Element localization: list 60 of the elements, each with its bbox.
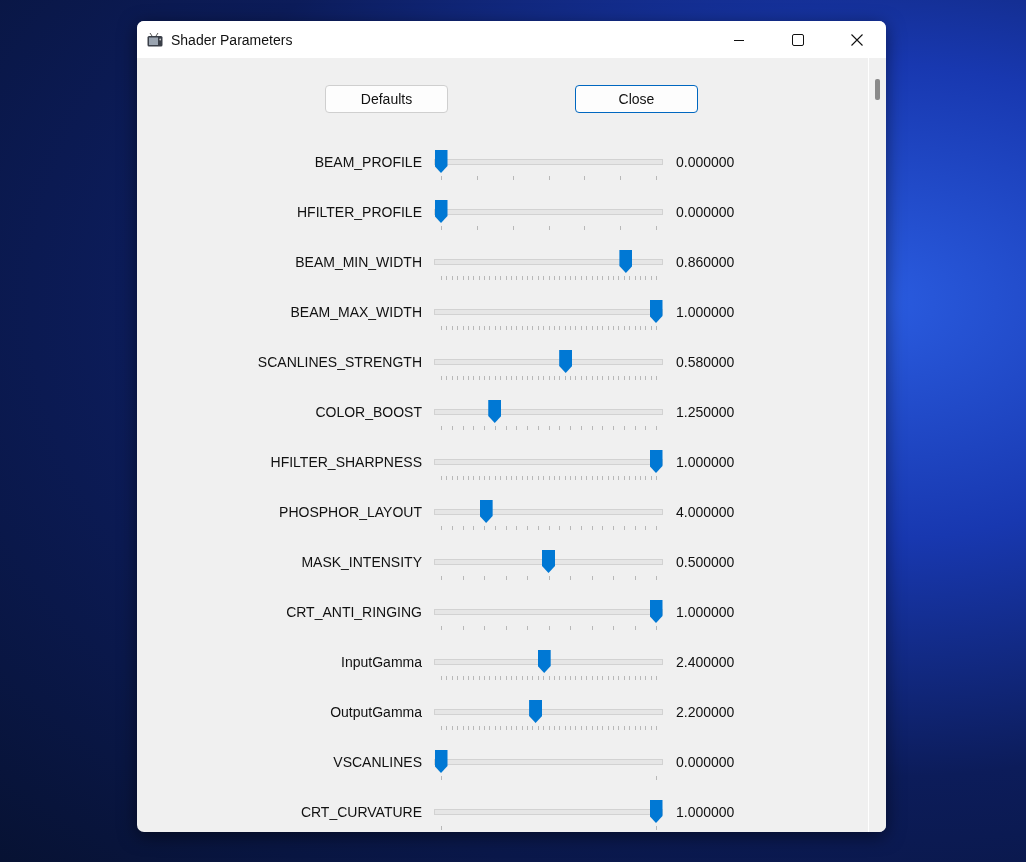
- value-readout: 0.500000: [676, 553, 735, 572]
- slider-track[interactable]: [434, 409, 663, 415]
- maximize-icon: [791, 33, 804, 46]
- parameter-label: SCANLINES_STRENGTH: [256, 353, 422, 372]
- parameter-label: OutputGamma: [329, 703, 422, 722]
- parameter-label: BEAM_PROFILE: [313, 153, 422, 172]
- slider-thumb[interactable]: [649, 800, 663, 823]
- value-readout: 1.000000: [676, 603, 735, 622]
- value-readout: 2.400000: [676, 653, 735, 672]
- slider-track[interactable]: [434, 159, 663, 165]
- slider-thumb[interactable]: [529, 700, 543, 723]
- slider-track[interactable]: [434, 759, 663, 765]
- parameter-label: BEAM_MIN_WIDTH: [294, 253, 422, 272]
- slider-thumb[interactable]: [649, 600, 663, 623]
- value-readout: 1.000000: [676, 453, 735, 472]
- slider-track[interactable]: [434, 509, 663, 515]
- parameter-label: BEAM_MAX_WIDTH: [289, 303, 422, 322]
- value-readout: 0.000000: [676, 203, 735, 222]
- slider-thumb[interactable]: [488, 400, 502, 423]
- slider-track[interactable]: [434, 709, 663, 715]
- parameter-label: InputGamma: [340, 653, 422, 672]
- scrollbar-thumb[interactable]: [875, 79, 880, 100]
- slider-thumb[interactable]: [619, 250, 633, 273]
- parameter-label: PHOSPHOR_LAYOUT: [278, 503, 422, 522]
- tv-icon: [147, 32, 163, 47]
- value-readout: 4.000000: [676, 503, 735, 522]
- slider-track[interactable]: [434, 359, 663, 365]
- scrollbar[interactable]: [868, 58, 886, 832]
- slider-track[interactable]: [434, 259, 663, 265]
- value-readout: 0.580000: [676, 353, 735, 372]
- value-readout: 0.000000: [676, 753, 735, 772]
- slider-thumb[interactable]: [649, 300, 663, 323]
- value-readout: 1.250000: [676, 403, 735, 422]
- slider-thumb[interactable]: [537, 650, 551, 673]
- slider-thumb[interactable]: [434, 750, 448, 773]
- close-icon: [850, 33, 863, 46]
- window-title: Shader Parameters: [171, 31, 293, 48]
- value-readout: 1.000000: [676, 303, 735, 322]
- push-button[interactable]: Defaults: [325, 85, 448, 113]
- slider-track[interactable]: [434, 559, 663, 565]
- slider-thumb[interactable]: [649, 450, 663, 473]
- slider-track[interactable]: [434, 659, 663, 665]
- slider-thumb[interactable]: [559, 350, 573, 373]
- slider-thumb[interactable]: [434, 150, 448, 173]
- slider-thumb[interactable]: [434, 200, 448, 223]
- value-readout: 2.200000: [676, 703, 735, 722]
- parameter-label: VSCANLINES: [332, 753, 422, 772]
- parameter-label: COLOR_BOOST: [314, 403, 422, 422]
- value-readout: 1.000000: [676, 803, 735, 822]
- parameter-label: CRT_ANTI_RINGING: [285, 603, 422, 622]
- parameter-label: HFILTER_PROFILE: [296, 203, 422, 222]
- slider-track[interactable]: [434, 209, 663, 215]
- slider-thumb[interactable]: [479, 500, 493, 523]
- parameter-label: HFILTER_SHARPNESS: [269, 453, 422, 472]
- value-readout: 0.000000: [676, 153, 735, 172]
- slider-thumb[interactable]: [542, 550, 555, 573]
- value-readout: 0.860000: [676, 253, 735, 272]
- parameter-label: MASK_INTENSITY: [300, 553, 422, 572]
- parameter-label: CRT_CURVATURE: [299, 803, 422, 822]
- push-button[interactable]: Close: [575, 85, 698, 113]
